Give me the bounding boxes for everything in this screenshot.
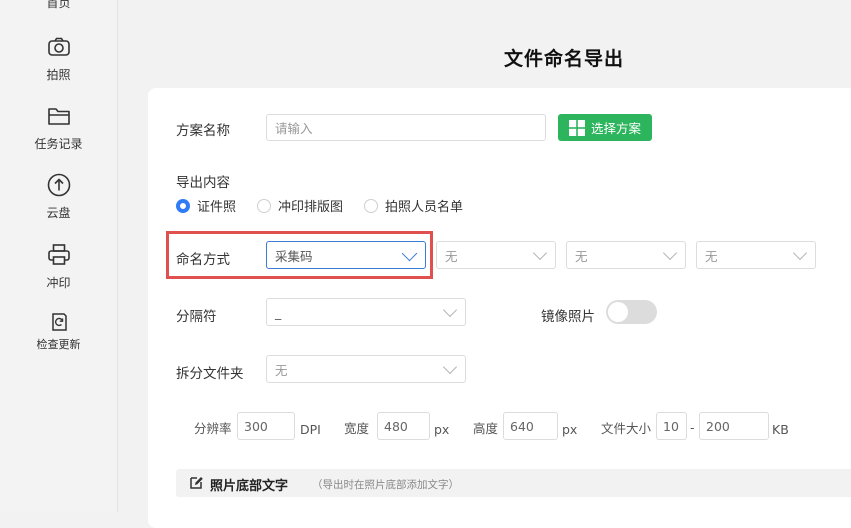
sidebar-item-cloud[interactable]: 云盘: [0, 172, 117, 221]
sidebar-item-label: 冲印: [46, 276, 71, 290]
windows-icon: [568, 119, 585, 136]
select-value: 采集码: [275, 248, 313, 264]
chevron-down-icon: [662, 245, 678, 261]
export-option-label: 冲印排版图: [278, 200, 344, 215]
sidebar-item-label: 拍照: [46, 68, 71, 82]
form-card: [148, 88, 851, 528]
filesize-unit: KB: [772, 422, 789, 437]
camera-icon: [47, 37, 70, 56]
choose-scheme-button[interactable]: 选择方案: [558, 114, 652, 141]
filesize-max-input[interactable]: 200: [699, 412, 769, 440]
upload-icon: [47, 173, 70, 197]
folder-icon: [47, 108, 70, 125]
height-unit: px: [562, 422, 578, 437]
sidebar-item-label: 云盘: [46, 206, 71, 220]
mirror-label: 镜像照片: [541, 309, 595, 325]
footer-text-title: 照片底部文字: [210, 479, 289, 494]
select-value: _: [275, 304, 282, 320]
select-value: 无: [445, 248, 458, 264]
export-option-label: 证件照: [197, 200, 237, 215]
select-value: 无: [705, 248, 718, 264]
footer-text-note: （导出时在照片底部添加文字）: [312, 479, 459, 491]
width-label: 宽度: [344, 421, 370, 436]
naming-select-2[interactable]: 无: [436, 241, 556, 269]
export-option-label: 拍照人员名单: [385, 200, 464, 215]
radio-dot: [364, 198, 378, 213]
select-value: 无: [275, 362, 288, 378]
naming-label: 命名方式: [176, 252, 230, 268]
edit-icon: [190, 477, 203, 489]
sidebar-item-home[interactable]: 首页: [0, 0, 117, 11]
sidebar-item-label: 检查更新: [36, 338, 81, 351]
toggle-knob: [608, 302, 628, 322]
height-input[interactable]: 640: [503, 412, 558, 440]
resolution-input[interactable]: 300: [237, 412, 295, 440]
sidebar: 首页 拍照 任务记录 云盘 冲印 检查更新: [0, 0, 118, 512]
chevron-down-icon: [442, 359, 458, 375]
export-option-namelist[interactable]: 拍照人员名单: [364, 196, 463, 215]
sidebar-item-update[interactable]: 检查更新: [0, 312, 117, 352]
chevron-down-icon: [401, 245, 418, 262]
filesize-separator: -: [690, 420, 695, 435]
separator-label: 分隔符: [176, 309, 217, 325]
page-title: 文件命名导出: [504, 48, 625, 70]
sidebar-item-print[interactable]: 冲印: [0, 242, 117, 291]
sidebar-item-label: 任务记录: [34, 137, 83, 151]
sidebar-item-tasks[interactable]: 任务记录: [0, 103, 117, 152]
scheme-name-input[interactable]: 请输入: [266, 114, 546, 141]
height-label: 高度: [473, 421, 499, 436]
width-input[interactable]: 480: [377, 412, 430, 440]
resolution-unit: DPI: [300, 422, 321, 437]
radio-dot: [176, 198, 190, 213]
refresh-icon: [51, 313, 67, 331]
select-value: 无: [575, 248, 588, 264]
naming-select-3[interactable]: 无: [566, 241, 686, 269]
sidebar-item-camera[interactable]: 拍照: [0, 34, 117, 83]
chevron-down-icon: [532, 245, 548, 261]
mirror-toggle[interactable]: [606, 300, 657, 324]
printer-icon: [47, 244, 70, 265]
separator-select[interactable]: _: [266, 298, 466, 326]
scheme-label: 方案名称: [176, 123, 230, 139]
radio-dot: [257, 198, 271, 213]
filesize-min-input[interactable]: 10: [656, 412, 687, 440]
filesize-label: 文件大小: [601, 421, 652, 436]
split-folder-select[interactable]: 无: [266, 355, 466, 383]
naming-select-4[interactable]: 无: [696, 241, 816, 269]
choose-scheme-label: 选择方案: [590, 121, 641, 136]
resolution-label: 分辨率: [194, 421, 232, 436]
split-folder-label: 拆分文件夹: [176, 366, 244, 382]
sidebar-item-label: 首页: [46, 0, 71, 10]
export-option-layout[interactable]: 冲印排版图: [257, 196, 343, 215]
export-option-idphoto[interactable]: 证件照: [176, 196, 236, 215]
chevron-down-icon: [442, 302, 458, 318]
width-unit: px: [434, 422, 450, 437]
naming-select-1[interactable]: 采集码: [266, 241, 426, 269]
export-label: 导出内容: [176, 175, 230, 191]
chevron-down-icon: [792, 245, 808, 261]
